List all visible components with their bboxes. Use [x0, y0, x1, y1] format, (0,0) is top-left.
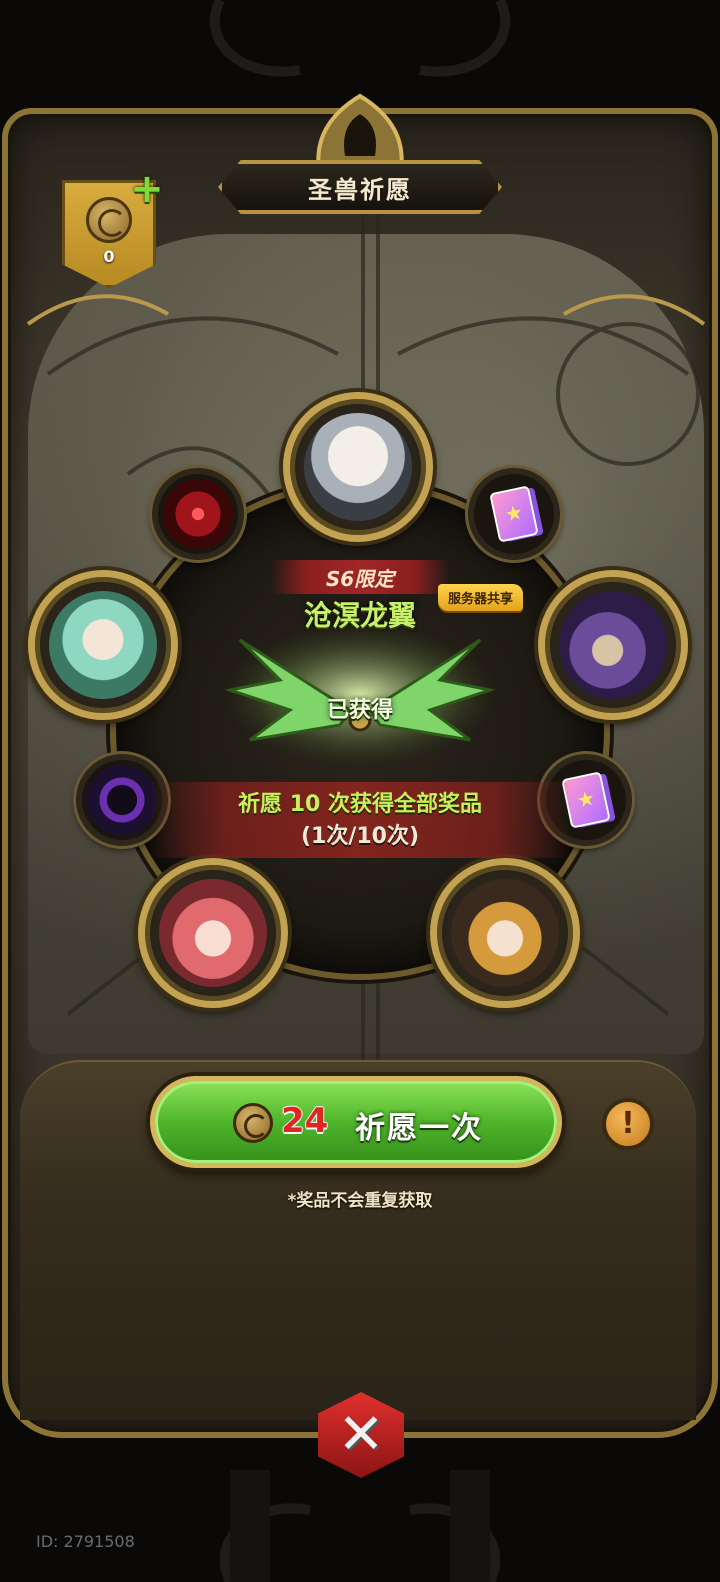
user-id: ID: 2791508: [36, 1532, 135, 1551]
red-hair-character-portrait: [159, 879, 267, 987]
card-pack-icon: [489, 485, 539, 543]
wish-cost: 24: [281, 1101, 329, 1141]
slot-top-left[interactable]: [152, 468, 244, 560]
slot-bottom-right[interactable]: [430, 858, 580, 1008]
close-icon: ✕: [337, 1402, 385, 1467]
purple-armor-character-portrait: [559, 591, 667, 699]
exclamation-icon: !: [621, 1106, 635, 1141]
progress-goal-text: 祈愿 10 次获得全部奖品: [238, 792, 482, 817]
red-demon-avatar-icon: [163, 479, 233, 549]
slot-right[interactable]: [538, 570, 688, 720]
slot-left[interactable]: [28, 570, 178, 720]
server-shared-tag: 服务器共享: [438, 584, 524, 611]
golden-crown-character-portrait: [451, 879, 559, 987]
limited-label: S6限定: [325, 566, 395, 591]
green-dragon-character-portrait: [49, 591, 157, 699]
slot-top-right[interactable]: [468, 468, 560, 560]
title-plate: 圣兽祈愿: [218, 160, 502, 214]
add-currency-button[interactable]: +: [130, 169, 164, 209]
slot-bottom-left[interactable]: [138, 858, 288, 1008]
wish-button-label: 祈愿一次: [355, 1111, 483, 1146]
plus-icon: +: [130, 166, 164, 212]
purple-ring-frame-icon: [87, 765, 157, 835]
wish-coin-icon: [86, 197, 132, 243]
no-duplicate-note: *奖品不会重复获取: [287, 1191, 433, 1211]
progress-count-text: (1次/10次): [300, 824, 420, 849]
info-button[interactable]: !: [602, 1098, 654, 1150]
slot-top[interactable]: [283, 392, 433, 542]
wish-coin-icon: [233, 1103, 273, 1143]
wish-once-button[interactable]: 24 祈愿一次: [150, 1076, 562, 1168]
currency-amount: 0: [103, 247, 115, 266]
obtained-status: 已获得: [326, 698, 393, 723]
limited-ribbon: S6限定: [270, 560, 450, 594]
white-hair-character-portrait: [304, 413, 412, 521]
page-title: 圣兽祈愿: [308, 175, 412, 204]
